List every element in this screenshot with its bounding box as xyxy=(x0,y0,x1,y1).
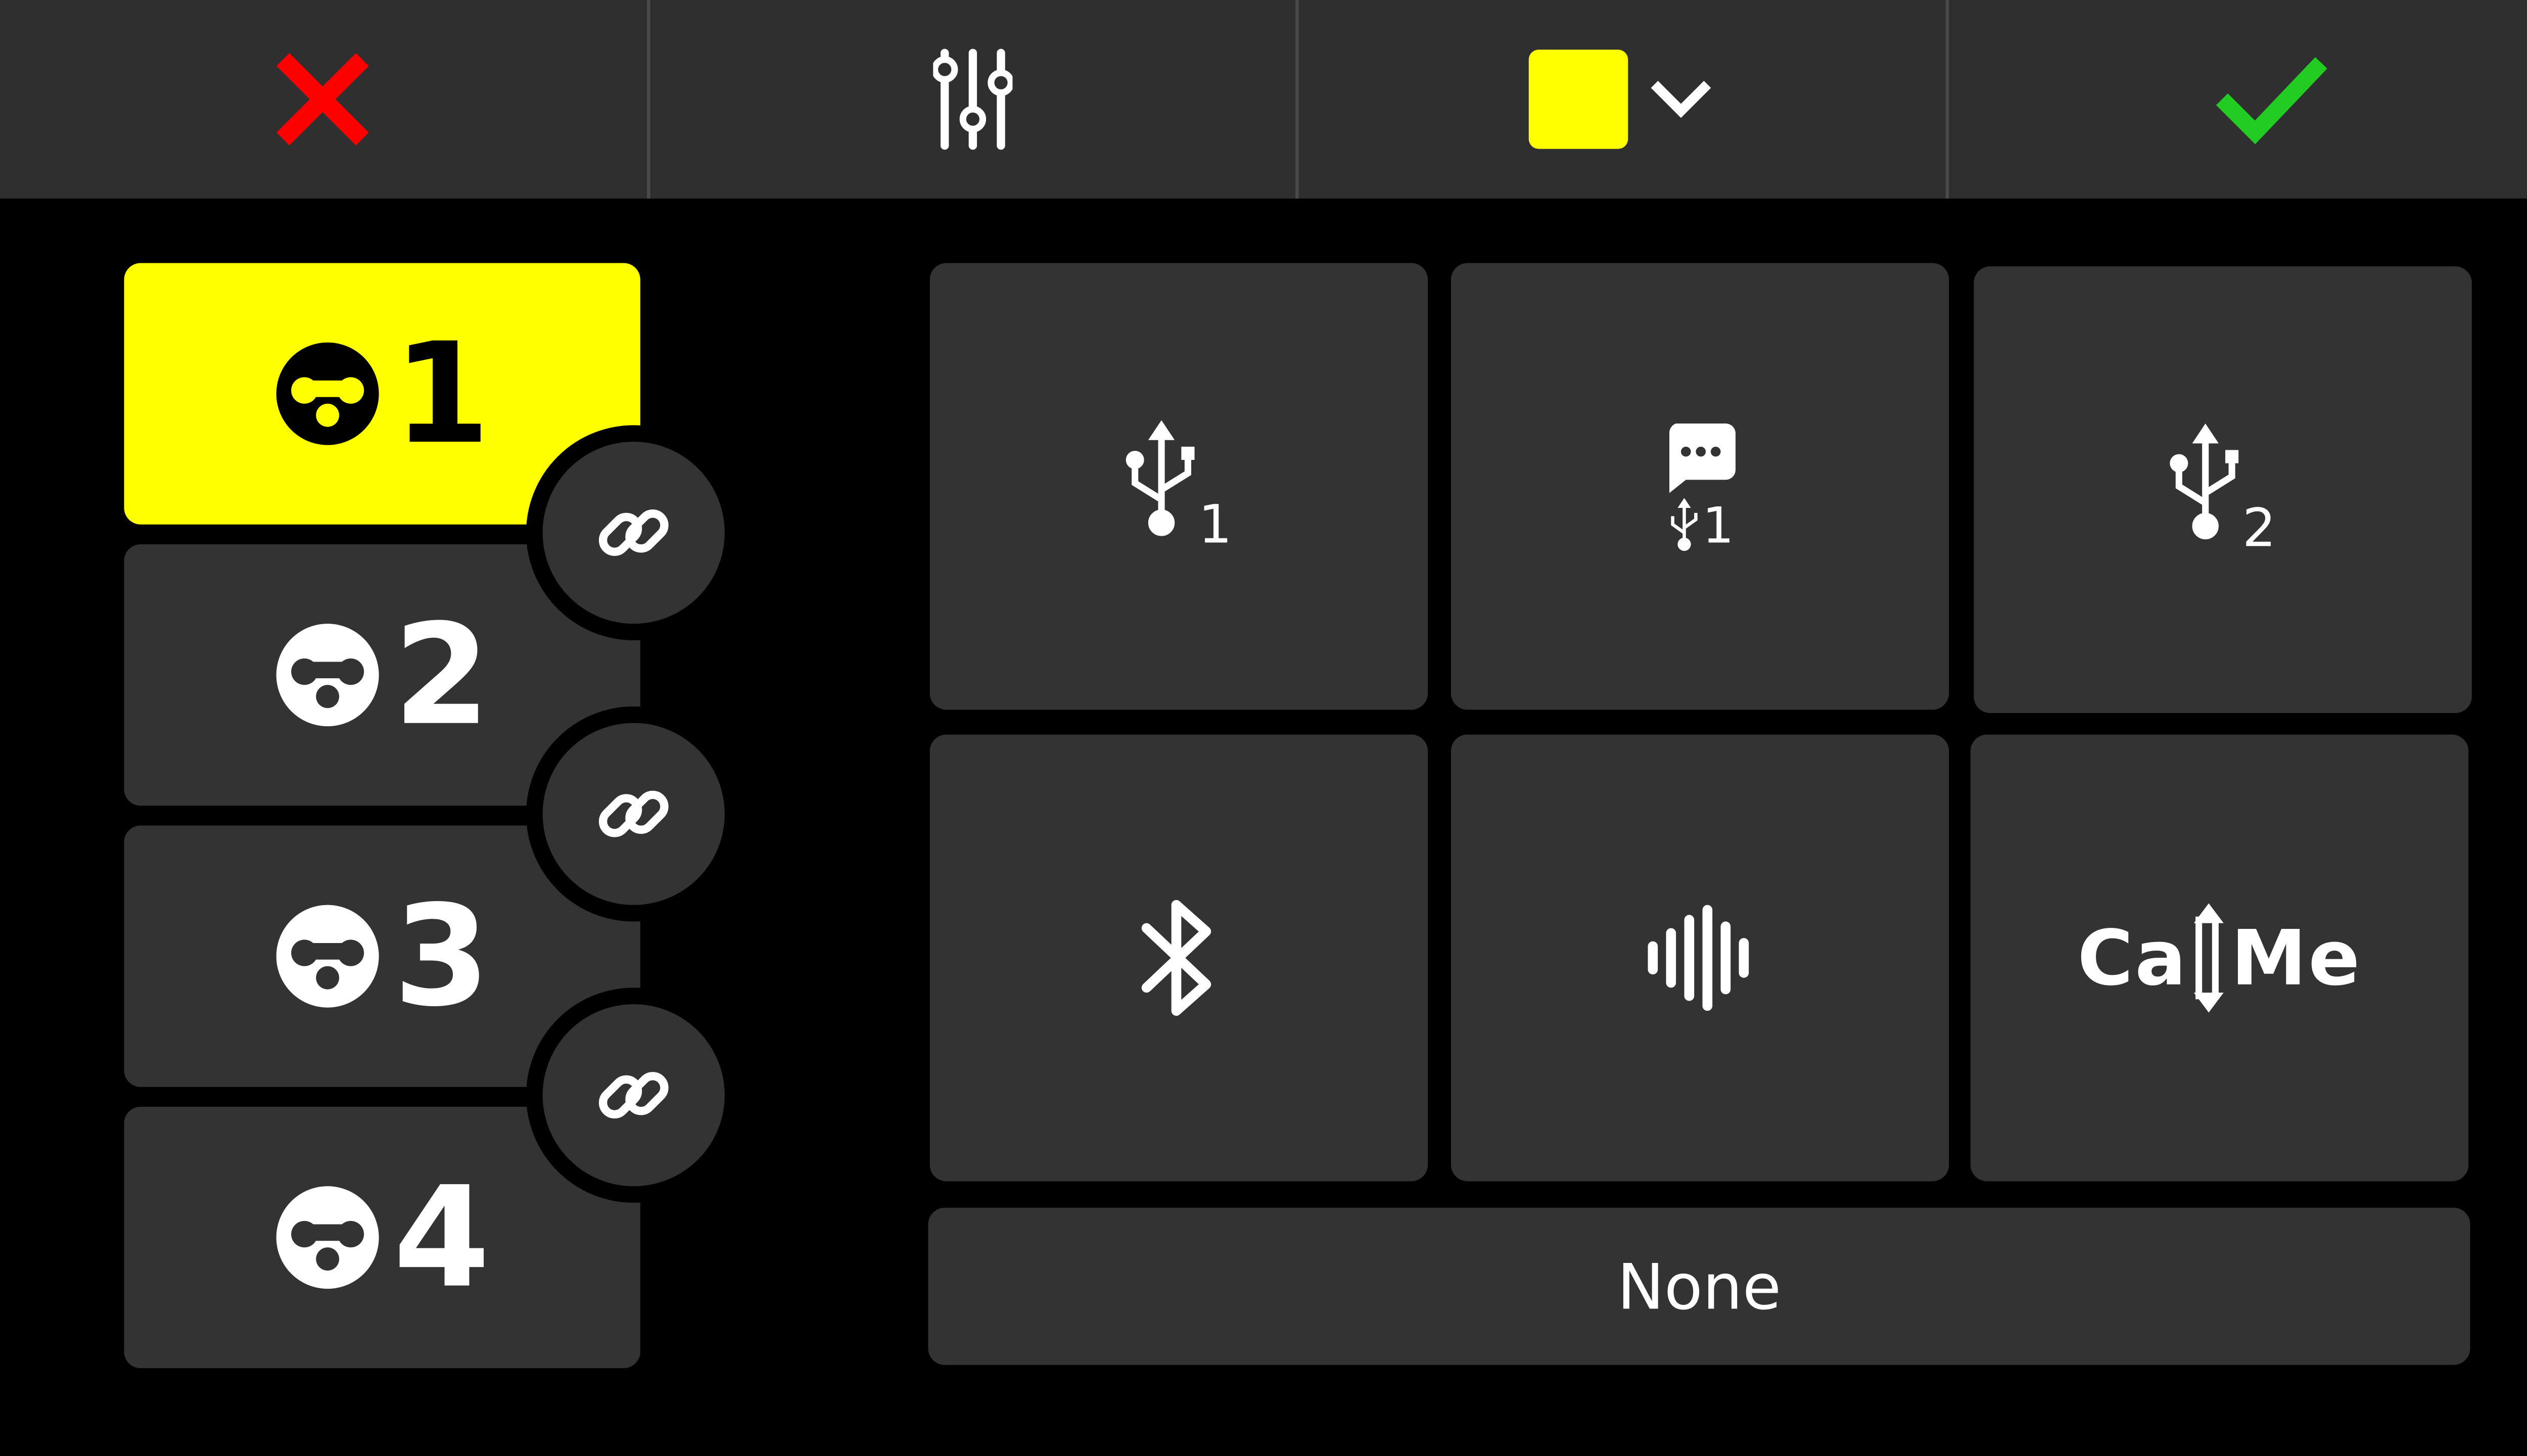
source-bluetooth-button[interactable] xyxy=(929,734,1428,1182)
sliders-icon xyxy=(932,49,1012,150)
source-usb-1-button[interactable]: 1 xyxy=(929,263,1428,710)
none-button[interactable]: None xyxy=(928,1207,2470,1365)
link-icon xyxy=(598,509,669,556)
link-icon xyxy=(598,790,669,837)
source-usb-chat-button[interactable]: 1 xyxy=(1450,263,1949,710)
confirm-button[interactable] xyxy=(1948,0,2527,199)
source-audio-button[interactable] xyxy=(1450,734,1949,1182)
link-icon xyxy=(598,1072,669,1119)
channel-number: 2 xyxy=(393,594,490,757)
usb-subscript: 1 xyxy=(1198,493,1232,556)
channel-number: 1 xyxy=(393,312,490,475)
color-select-button[interactable] xyxy=(1299,0,1948,199)
channel-number: 4 xyxy=(393,1156,490,1319)
link-channels-3-4-button[interactable] xyxy=(526,988,741,1203)
color-swatch xyxy=(1529,50,1629,149)
headset-mic-icon xyxy=(275,342,379,445)
headset-mic-icon xyxy=(275,905,379,1008)
headset-mic-icon xyxy=(275,624,379,727)
chevron-down-icon xyxy=(1651,81,1712,118)
top-bar xyxy=(0,0,2527,199)
callme-arrow-icon xyxy=(2194,903,2225,1013)
cancel-button[interactable] xyxy=(0,0,649,199)
usb-subscript: 1 xyxy=(1702,498,1734,556)
none-label: None xyxy=(1617,1250,1782,1323)
usb-small-icon xyxy=(1671,498,1698,551)
close-x-icon xyxy=(276,53,369,146)
usb-subscript: 2 xyxy=(2242,496,2276,559)
link-channels-1-2-button[interactable] xyxy=(526,425,741,640)
source-usb-2-button[interactable]: 2 xyxy=(1974,266,2472,713)
channel-number: 3 xyxy=(393,875,490,1038)
bluetooth-icon xyxy=(1141,900,1210,1016)
chat-usb-icon xyxy=(1668,424,1735,493)
headset-mic-icon xyxy=(275,1186,379,1289)
mixer-settings-button[interactable] xyxy=(649,0,1299,199)
link-channels-2-3-button[interactable] xyxy=(526,706,741,922)
audio-wave-icon xyxy=(1647,905,1748,1011)
device-screen: 1 2 3 4 1 1 2 Ca Me None xyxy=(0,0,2527,1456)
source-callme-button[interactable]: Ca Me xyxy=(1970,734,2469,1182)
callme-icon: Ca Me xyxy=(2077,900,2361,1016)
checkmark-icon xyxy=(2216,57,2327,145)
